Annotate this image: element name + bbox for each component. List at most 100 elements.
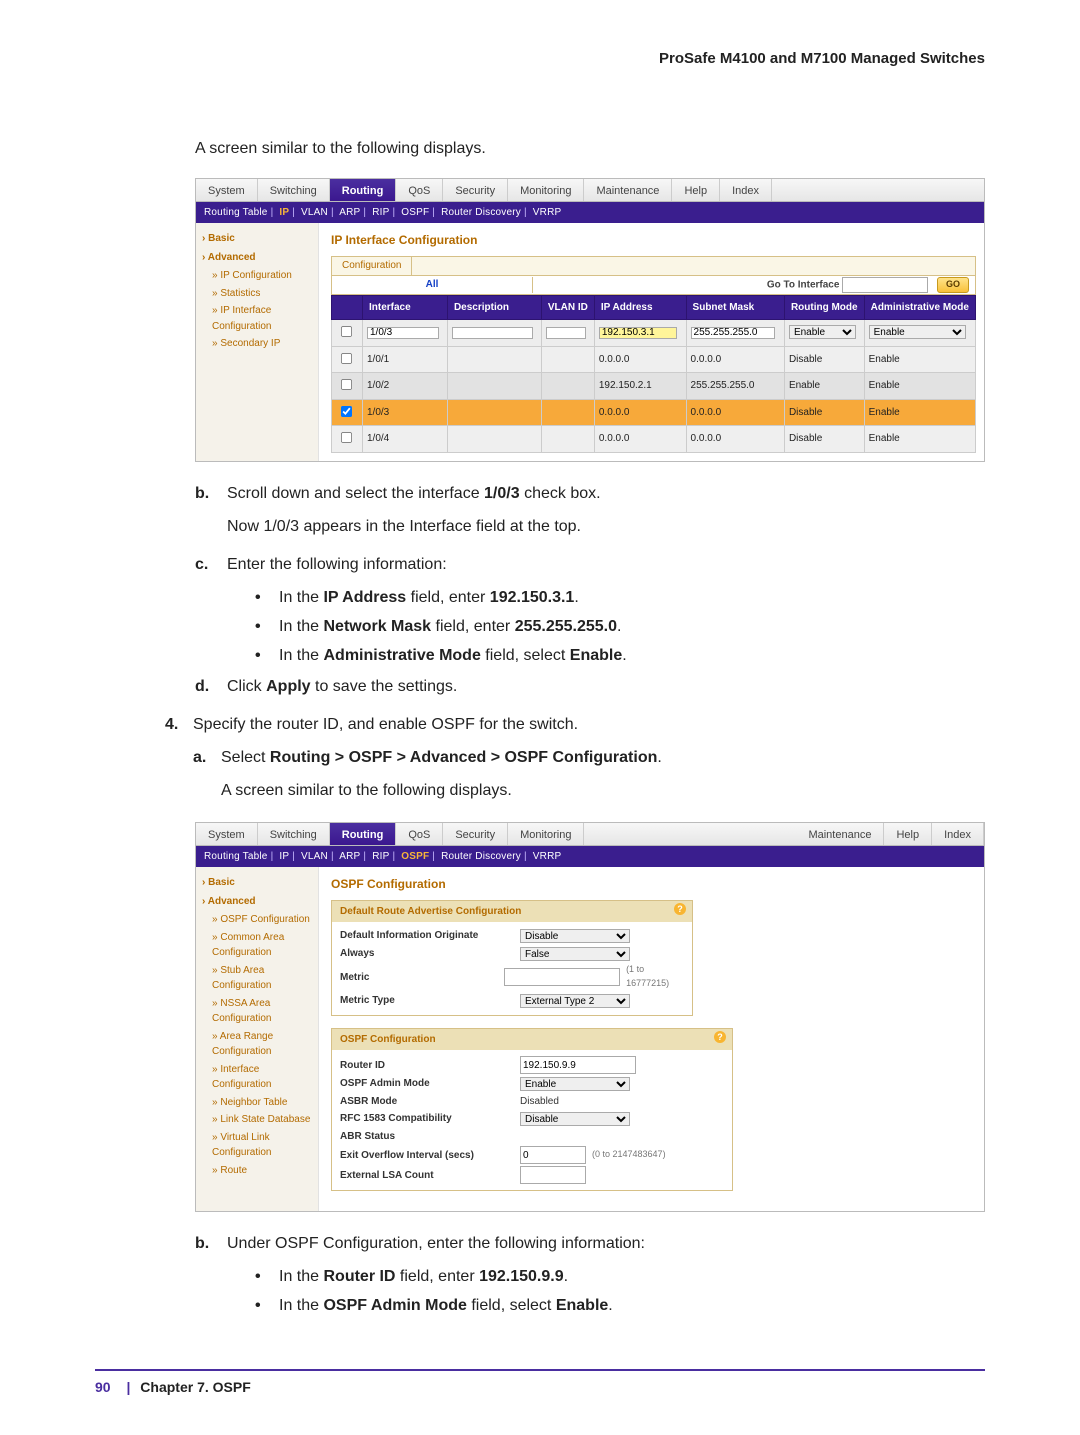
tab-index[interactable]: Index <box>720 179 772 201</box>
nav-advanced[interactable]: Advanced <box>202 250 312 266</box>
goto-label: Go To Interface <box>767 279 840 290</box>
top-tabs: System Switching Routing QoS Security Mo… <box>196 179 984 202</box>
row-checkbox[interactable] <box>341 379 352 390</box>
input-row: Enable Enable <box>332 320 976 347</box>
asbr-mode-value: Disabled <box>520 1094 559 1110</box>
help-icon[interactable]: ? <box>674 903 686 915</box>
exit-overflow-input[interactable] <box>520 1146 586 1164</box>
nav-ip-config[interactable]: » IP Configuration <box>212 268 312 284</box>
tab-maintenance[interactable]: Maintenance <box>796 823 884 845</box>
default-info-originate-select[interactable]: Disable <box>520 929 630 943</box>
tab-system[interactable]: System <box>196 823 258 845</box>
tab-security[interactable]: Security <box>443 179 508 201</box>
nav-virtual-link[interactable]: » Virtual Link Configuration <box>212 1130 312 1161</box>
left-nav: Basic Advanced » IP Configuration » Stat… <box>196 223 319 461</box>
nav-ip-iface-config[interactable]: » IP Interface Configuration <box>212 303 312 334</box>
subtab-ip[interactable]: IP <box>279 851 289 862</box>
nav-common-area[interactable]: » Common Area Configuration <box>212 930 312 961</box>
tab-monitoring[interactable]: Monitoring <box>508 823 584 845</box>
router-id-input[interactable] <box>520 1056 636 1074</box>
nav-nssa-area[interactable]: » NSSA Area Configuration <box>212 996 312 1027</box>
sub-tabs: Routing Table| IP| VLAN| ARP| RIP| OSPF|… <box>196 846 984 868</box>
always-select[interactable]: False <box>520 947 630 961</box>
subtab-vrrp[interactable]: VRRP <box>533 207 562 218</box>
ospf-admin-mode-select[interactable]: Enable <box>520 1077 630 1091</box>
description-input[interactable] <box>452 327 533 339</box>
subtab-routing-table[interactable]: Routing Table <box>204 851 268 862</box>
subtab-arp[interactable]: ARP <box>339 851 360 862</box>
col-description: Description <box>447 295 541 320</box>
nav-basic[interactable]: Basic <box>202 875 312 891</box>
row-checkbox[interactable] <box>341 406 352 417</box>
left-nav: Basic Advanced » OSPF Configuration » Co… <box>196 867 319 1211</box>
tab-help[interactable]: Help <box>672 179 720 201</box>
col-interface: Interface <box>363 295 448 320</box>
subtab-rip[interactable]: RIP <box>372 851 389 862</box>
tab-qos[interactable]: QoS <box>396 823 443 845</box>
tab-maintenance[interactable]: Maintenance <box>584 179 672 201</box>
nav-area-range[interactable]: » Area Range Configuration <box>212 1029 312 1060</box>
chapter-label: Chapter 7. OSPF <box>140 1379 250 1395</box>
goto-interface-input[interactable] <box>842 277 928 293</box>
row-checkbox[interactable] <box>341 432 352 443</box>
subtab-routing-table[interactable]: Routing Table <box>204 207 268 218</box>
panel-ospf-config: OSPF Configuration? Router ID OSPF Admin… <box>331 1028 733 1192</box>
subtab-router-discovery[interactable]: Router Discovery <box>441 207 521 218</box>
subtab-vlan[interactable]: VLAN <box>301 207 328 218</box>
nav-link-state-db[interactable]: » Link State Database <box>212 1112 312 1128</box>
panel-title: OSPF Configuration <box>331 875 976 894</box>
ip-address-input[interactable] <box>599 327 678 339</box>
tab-index[interactable]: Index <box>932 823 984 845</box>
tab-routing[interactable]: Routing <box>330 823 397 845</box>
filter-all[interactable]: All <box>332 277 533 293</box>
tab-security[interactable]: Security <box>443 823 508 845</box>
metric-input[interactable] <box>504 968 620 986</box>
subtab-rip[interactable]: RIP <box>372 207 389 218</box>
subnet-mask-input[interactable] <box>691 327 776 339</box>
tab-switching[interactable]: Switching <box>258 823 330 845</box>
nav-stub-area[interactable]: » Stub Area Configuration <box>212 963 312 994</box>
screenshot-ip-interface: System Switching Routing QoS Security Mo… <box>195 178 985 462</box>
nav-statistics[interactable]: » Statistics <box>212 286 312 302</box>
nav-neighbor-table[interactable]: » Neighbor Table <box>212 1095 312 1111</box>
metric-type-select[interactable]: External Type 2 <box>520 994 630 1008</box>
nav-advanced[interactable]: Advanced <box>202 894 312 910</box>
tab-qos[interactable]: QoS <box>396 179 443 201</box>
nav-ospf-config[interactable]: » OSPF Configuration <box>212 912 312 928</box>
help-icon[interactable]: ? <box>714 1031 726 1043</box>
subtab-ospf[interactable]: OSPF <box>401 207 429 218</box>
tab-monitoring[interactable]: Monitoring <box>508 179 584 201</box>
tab-system[interactable]: System <box>196 179 258 201</box>
tab-help[interactable]: Help <box>884 823 932 845</box>
rfc1583-select[interactable]: Disable <box>520 1112 630 1126</box>
subtab-vrrp[interactable]: VRRP <box>533 851 562 862</box>
page-footer: 90 | Chapter 7. OSPF <box>95 1369 985 1395</box>
interface-input[interactable] <box>367 327 439 339</box>
col-routing-mode: Routing Mode <box>784 295 864 320</box>
go-button[interactable]: GO <box>937 277 969 293</box>
panel-default-route: Default Route Advertise Configuration? D… <box>331 900 693 1016</box>
step-d: Click Apply to save the settings. <box>227 675 985 708</box>
nav-basic[interactable]: Basic <box>202 231 312 247</box>
subtab-vlan[interactable]: VLAN <box>301 851 328 862</box>
row-checkbox[interactable] <box>341 353 352 364</box>
col-admin-mode: Administrative Mode <box>864 295 975 320</box>
tab-switching[interactable]: Switching <box>258 179 330 201</box>
subtab-ospf[interactable]: OSPF <box>401 851 429 862</box>
subtab-router-discovery[interactable]: Router Discovery <box>441 851 521 862</box>
select-all-checkbox[interactable] <box>341 326 352 337</box>
vlan-id-input[interactable] <box>546 327 586 339</box>
nav-secondary-ip[interactable]: » Secondary IP <box>212 336 312 352</box>
subtab-arp[interactable]: ARP <box>339 207 360 218</box>
routing-mode-select[interactable]: Enable <box>789 325 856 339</box>
table-row: 1/0/1 0.0.0.00.0.0.0 DisableEnable <box>332 346 976 373</box>
page-number: 90 <box>95 1379 111 1395</box>
nav-route[interactable]: » Route <box>212 1163 312 1179</box>
subtab-ip[interactable]: IP <box>279 207 289 218</box>
step-4: Specify the router ID, and enable OSPF f… <box>193 713 985 811</box>
admin-mode-select[interactable]: Enable <box>869 325 966 339</box>
tab-routing[interactable]: Routing <box>330 179 397 201</box>
top-tabs: System Switching Routing QoS Security Mo… <box>196 823 984 846</box>
nav-interface-config[interactable]: » Interface Configuration <box>212 1062 312 1093</box>
config-tab[interactable]: Configuration <box>332 256 412 276</box>
